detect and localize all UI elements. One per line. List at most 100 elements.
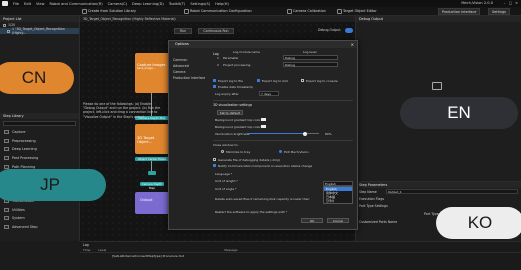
- restart-note: Restart the software to apply the settin…: [215, 210, 288, 214]
- gen-debug-checkbox[interactable]: [213, 158, 216, 161]
- menu-settings[interactable]: Settings(S): [190, 2, 210, 6]
- lib-item-advanced-step[interactable]: Advanced Step: [0, 223, 79, 232]
- language-option[interactable]: 한국어: [324, 199, 352, 203]
- lib-item-post-processing[interactable]: Post Processing: [0, 154, 79, 163]
- settings-button[interactable]: Settings: [488, 8, 510, 15]
- node-recog-title: 3D Target Object...: [137, 136, 155, 144]
- options-dialog: Options × Common Advanced Camera Product…: [168, 40, 358, 230]
- camera-calibration-button[interactable]: Camera Calibration: [287, 8, 326, 14]
- language-dropdown[interactable]: English 简体中文 日本語 한국어: [323, 186, 353, 204]
- log-level-select[interactable]: Debug: [283, 62, 338, 67]
- target-editor-button[interactable]: Target Object Editor: [337, 8, 377, 14]
- close-icon[interactable]: ×: [514, 1, 519, 6]
- target-icon: [337, 8, 342, 14]
- port-small[interactable]: [148, 171, 156, 175]
- continuous-run-button[interactable]: Continuous Run: [198, 28, 234, 34]
- robot-icon: [184, 8, 189, 14]
- menu-file[interactable]: File: [13, 2, 19, 6]
- lib-item-deep-learning[interactable]: Deep Learning: [0, 145, 79, 154]
- minimize-radio[interactable]: [221, 150, 224, 153]
- production-interface-button[interactable]: Production Interface: [438, 8, 481, 15]
- robot-comm-button[interactable]: Robot Communication Configuration: [184, 8, 252, 14]
- log-col-level: Level: [98, 248, 107, 252]
- exit-radio[interactable]: [279, 150, 282, 153]
- bg-top-color-swatch[interactable]: [261, 118, 266, 121]
- export-console-checkbox[interactable]: [301, 79, 304, 82]
- bg-top-label: Background gradient top color: [215, 118, 261, 122]
- project-item-label: 1 "3D_Target_Object_Recognition (Highly.…: [11, 27, 65, 35]
- port-object-poses[interactable]: Object Center Poses: [135, 157, 169, 161]
- custom-port-label: Customized Ports Name: [359, 220, 398, 224]
- node-capture-images[interactable]: Capture Images Save_Image ...: [135, 53, 169, 93]
- minimize-icon[interactable]: –: [502, 1, 507, 6]
- illum-value: 80%: [325, 132, 332, 136]
- lib-item-capture[interactable]: Capture: [0, 128, 79, 137]
- debug-output-label: Debug Output: [318, 28, 341, 32]
- lib-item-system[interactable]: System: [0, 214, 79, 223]
- app-title: Mech-Vision 2.0.0: [461, 1, 493, 5]
- menu-view[interactable]: View: [36, 2, 45, 6]
- dialog-close-icon[interactable]: ×: [351, 41, 354, 48]
- menu-camera[interactable]: Camera(C): [108, 2, 127, 6]
- node-output[interactable]: Output: [135, 192, 169, 214]
- language-label: Language *: [215, 172, 233, 176]
- step-name-label: Step Name: [359, 190, 377, 194]
- ok-button[interactable]: OK: [301, 218, 323, 223]
- cancel-button[interactable]: Cancel: [327, 218, 349, 223]
- log-row-name: Project processing: [223, 63, 251, 67]
- expire-select[interactable]: 7 days: [259, 91, 279, 96]
- debug-output-toggle[interactable]: [345, 28, 353, 33]
- language-tag-ko: KO: [436, 207, 521, 239]
- debug-hint-text: Please do one of the followings: (a) Ena…: [83, 102, 161, 119]
- node-capture-sub: Save_Image ...: [137, 67, 157, 70]
- notify-label: Notify Communication Component on execut…: [218, 164, 313, 168]
- menu-edit[interactable]: Edit: [24, 2, 31, 6]
- folder-icon: [4, 156, 9, 161]
- port-settings-header[interactable]: Port Type Settings: [359, 204, 388, 208]
- project-item[interactable]: 1 "3D_Target_Object_Recognition (Highly.…: [0, 27, 79, 35]
- minimize-label: Minimize to tray: [226, 150, 251, 154]
- close-header: Close window to:: [213, 143, 239, 147]
- dialog-titlebar: Options ×: [169, 41, 357, 48]
- bg-bottom-color-swatch[interactable]: [261, 125, 266, 128]
- lib-item-utilities[interactable]: Utilities: [0, 205, 79, 214]
- dlg-tab-production[interactable]: Production Interface: [173, 75, 207, 81]
- checkbox-icon[interactable]: [7, 29, 10, 33]
- step-name-input[interactable]: Output_1: [386, 189, 518, 194]
- lib-item-preprocessing[interactable]: Preprocessing: [0, 137, 79, 146]
- export-gui-checkbox[interactable]: [257, 79, 260, 82]
- divider: [213, 140, 353, 141]
- port-camera-depth-2[interactable]: Camera Depth Map: [140, 182, 164, 190]
- maximize-icon[interactable]: □: [508, 1, 513, 6]
- menu-robot[interactable]: Robot and Communication(R): [50, 2, 103, 6]
- set-default-button[interactable]: Set to default: [217, 110, 243, 115]
- menu-bar: File Edit View Robot and Communication(R…: [0, 0, 521, 7]
- notify-checkbox[interactable]: [213, 164, 216, 167]
- image-placeholder-icon: [432, 82, 442, 90]
- folder-icon: [4, 216, 9, 221]
- expire-label: Log expiry after: [215, 92, 239, 96]
- length-label: Unit of length *: [215, 179, 238, 183]
- log-level-select[interactable]: Debug: [283, 55, 338, 60]
- node-3d-target-recognition[interactable]: 3D Target Object...: [135, 124, 169, 154]
- menu-help[interactable]: Help(H): [215, 2, 229, 6]
- run-button[interactable]: Run: [174, 28, 192, 34]
- illum-slider-fill: [247, 133, 305, 134]
- timestamp-checkbox[interactable]: [213, 85, 216, 88]
- execution-flags-header[interactable]: Execution Flags: [359, 197, 384, 201]
- menu-deep-learning[interactable]: Deep Learning(D): [132, 2, 164, 6]
- debug-panel-title: Debug Output: [356, 16, 521, 22]
- export-file-checkbox[interactable]: [213, 79, 216, 82]
- checkbox-icon[interactable]: [3, 23, 6, 27]
- timestamp-label: Enable date timestamp: [218, 85, 254, 89]
- log-row-name: Parameter: [223, 56, 239, 60]
- canvas-tab[interactable]: 3D_Target_Object_Recognition (Highly Ref…: [80, 16, 355, 22]
- camera-icon: [287, 8, 292, 14]
- create-from-library-button[interactable]: Create from Solution Library: [82, 8, 136, 14]
- log-row-num: 2: [217, 63, 219, 67]
- wire: [151, 161, 152, 171]
- illum-slider-handle[interactable]: [302, 131, 307, 136]
- menu-toolkit[interactable]: Toolkit(T): [169, 2, 185, 6]
- language-tag-cn: CN: [0, 62, 74, 94]
- step-search-input[interactable]: [3, 121, 76, 126]
